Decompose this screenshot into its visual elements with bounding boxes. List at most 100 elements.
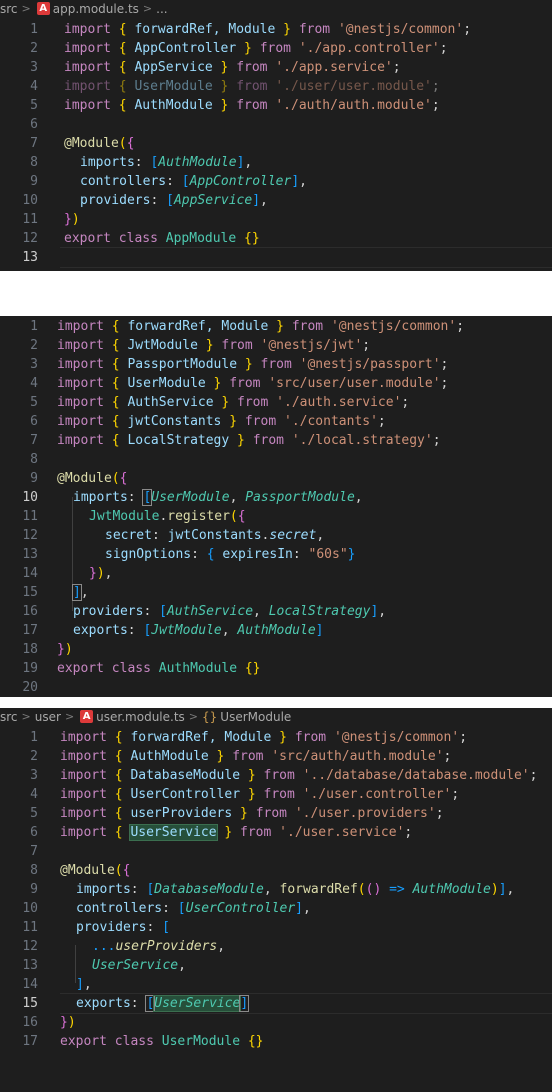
breadcrumb-item-file[interactable]: app.module.ts bbox=[53, 0, 139, 18]
line-number: 7 bbox=[30, 136, 38, 151]
code-line[interactable]: 19 export class AuthModule {} bbox=[0, 659, 552, 678]
code-line[interactable]: 13 UserService, bbox=[0, 956, 552, 975]
line-number: 15 bbox=[22, 996, 38, 1011]
code-line[interactable]: 14}), bbox=[0, 564, 552, 583]
code-line[interactable]: 9 @Module({ bbox=[0, 469, 552, 488]
line-number: 14 bbox=[22, 977, 38, 992]
code-line[interactable]: 1 import { forwardRef, Module } from '@ne… bbox=[0, 20, 552, 39]
line-number: 11 bbox=[22, 212, 38, 227]
code-line[interactable]: 9 imports: [DatabaseModule, forwardRef(()… bbox=[0, 880, 552, 899]
code-line[interactable]: 16}) bbox=[0, 1013, 552, 1032]
code-line[interactable]: 4 import { UserModule } from 'src/user/us… bbox=[0, 374, 552, 393]
code-line[interactable]: 15], bbox=[0, 583, 552, 602]
code-line[interactable]: 6 import { UserService } from './user.ser… bbox=[0, 823, 552, 842]
chevron-right-icon: > bbox=[64, 710, 75, 723]
editor-auth-module[interactable]: 1 import { forwardRef, Module } from '@ne… bbox=[0, 316, 552, 697]
breadcrumb-item-src[interactable]: src bbox=[0, 708, 18, 726]
breadcrumb-item-src[interactable]: src bbox=[0, 0, 18, 18]
code-line[interactable]: 8 imports: [AuthModule], bbox=[0, 153, 552, 172]
breadcrumb-item-ellipsis[interactable]: ... bbox=[156, 0, 167, 18]
code-line[interactable]: 5 import { userProviders } from './user.p… bbox=[0, 804, 552, 823]
code-line[interactable]: 12 export class AppModule {} bbox=[0, 229, 552, 248]
line-number: 19 bbox=[22, 661, 38, 676]
line-number: 17 bbox=[22, 1034, 38, 1049]
line-number: 9 bbox=[30, 882, 38, 897]
breadcrumb-item-user[interactable]: user bbox=[35, 708, 61, 726]
code-line[interactable]: 3 import { PassportModule } from '@nestjs… bbox=[0, 355, 552, 374]
code-line[interactable]: 5 import { AuthModule } from './auth/auth… bbox=[0, 96, 552, 115]
line-number: 2 bbox=[30, 41, 38, 56]
code-line[interactable]: 14], bbox=[0, 975, 552, 994]
line-number: 11 bbox=[22, 920, 38, 935]
code-line[interactable]: 16 providers: [AuthService, LocalStrategy… bbox=[0, 602, 552, 621]
line-number: 2 bbox=[30, 338, 38, 353]
line-number: 1 bbox=[30, 730, 38, 745]
code-line[interactable]: 3 import { AppService } from './app.servi… bbox=[0, 58, 552, 77]
chevron-right-icon: > bbox=[188, 710, 199, 723]
code-line[interactable]: 4 import { UserController } from './user.… bbox=[0, 785, 552, 804]
editor-user-module[interactable]: src > user > Auser.module.ts >{} UserModule 1i… bbox=[0, 708, 552, 1092]
code-line[interactable]: 20 bbox=[0, 678, 552, 697]
code-line[interactable]: 1 import { forwardRef, Module } from '@ne… bbox=[0, 317, 552, 336]
chevron-right-icon: > bbox=[21, 2, 31, 15]
line-number: 7 bbox=[30, 433, 38, 448]
code-line[interactable]: 2 import { JwtModule } from '@nestjs/jwt'… bbox=[0, 336, 552, 355]
line-number: 5 bbox=[30, 98, 38, 113]
line-number: 10 bbox=[22, 193, 38, 208]
code-line[interactable]: 13 signOptions: { expiresIn: "60s"} bbox=[0, 545, 552, 564]
code-line[interactable]: 8 @Module({ bbox=[0, 861, 552, 880]
line-number: 14 bbox=[22, 566, 38, 581]
line-number: 13 bbox=[22, 958, 38, 973]
line-number: 6 bbox=[30, 414, 38, 429]
line-number: 10 bbox=[22, 490, 38, 505]
line-number: 17 bbox=[22, 623, 38, 638]
code-line[interactable]: 2 import { AppController } from './app.co… bbox=[0, 39, 552, 58]
code-line[interactable]: 12 ...userProviders, bbox=[0, 937, 552, 956]
code-line[interactable]: 6 bbox=[0, 115, 552, 134]
code-line[interactable]: 7 import { LocalStrategy } from './local.… bbox=[0, 431, 552, 450]
code-line[interactable]: 1 import { forwardRef, Module } from '@ne… bbox=[0, 728, 552, 747]
code-line[interactable]: 11}) bbox=[0, 210, 552, 229]
code-line[interactable]: 5 import { AuthService } from './auth.ser… bbox=[0, 393, 552, 412]
code-line[interactable]: 4 import { UserModule } from './user/user… bbox=[0, 77, 552, 96]
code-line[interactable]: 17 export class UserModule {} bbox=[0, 1032, 552, 1051]
line-number: 5 bbox=[30, 395, 38, 410]
code-line[interactable]: 10 imports: [UserModule, PassportModule, bbox=[0, 488, 552, 507]
code-line[interactable]: 11 JwtModule.register({ bbox=[0, 507, 552, 526]
line-number: 13 bbox=[22, 547, 38, 562]
angular-icon: A bbox=[80, 710, 94, 723]
line-number: 10 bbox=[22, 901, 38, 916]
code-line[interactable]: 17 exports: [JwtModule, AuthModule] bbox=[0, 621, 552, 640]
line-number: 11 bbox=[22, 509, 38, 524]
breadcrumb: src > Aapp.module.ts >... bbox=[0, 0, 552, 18]
line-number: 2 bbox=[30, 749, 38, 764]
code-line[interactable]: 12 secret: jwtConstants.secret, bbox=[0, 526, 552, 545]
breadcrumb-item-symbol[interactable]: UserModule bbox=[220, 708, 291, 726]
code-line[interactable]: 15 exports: [UserService] bbox=[0, 994, 552, 1013]
line-number: 1 bbox=[30, 22, 38, 37]
breadcrumb: src > user > Auser.module.ts >{} UserModule bbox=[0, 708, 552, 726]
line-number: 3 bbox=[30, 357, 38, 372]
code-line[interactable]: 7 @Module({ bbox=[0, 134, 552, 153]
code-line[interactable]: 9 controllers: [AppController], bbox=[0, 172, 552, 191]
code-line[interactable]: 10 controllers: [UserController], bbox=[0, 899, 552, 918]
code-line[interactable]: 13 bbox=[0, 248, 552, 267]
code-line[interactable]: 10 providers: [AppService], bbox=[0, 191, 552, 210]
code-line[interactable]: 8 bbox=[0, 450, 552, 469]
code-line[interactable]: 7 bbox=[0, 842, 552, 861]
code-line[interactable]: 18}) bbox=[0, 640, 552, 659]
breadcrumb-item-file[interactable]: user.module.ts bbox=[96, 708, 185, 726]
line-number: 4 bbox=[30, 376, 38, 391]
line-number: 18 bbox=[22, 642, 38, 657]
code-line[interactable]: 11 providers: [ bbox=[0, 918, 552, 937]
code-line[interactable]: 2 import { AuthModule } from 'src/auth/au… bbox=[0, 747, 552, 766]
line-number: 16 bbox=[22, 1015, 38, 1030]
angular-icon: A bbox=[36, 2, 50, 15]
line-number: 5 bbox=[30, 806, 38, 821]
editor-app-module[interactable]: src > Aapp.module.ts >... 1 import { forward… bbox=[0, 0, 552, 271]
code-line[interactable]: 3 import { DatabaseModule } from '../data… bbox=[0, 766, 552, 785]
code-line[interactable]: 6 import { jwtConstants } from './contant… bbox=[0, 412, 552, 431]
line-number: 12 bbox=[22, 231, 38, 246]
line-number: 9 bbox=[30, 471, 38, 486]
line-number: 4 bbox=[30, 787, 38, 802]
